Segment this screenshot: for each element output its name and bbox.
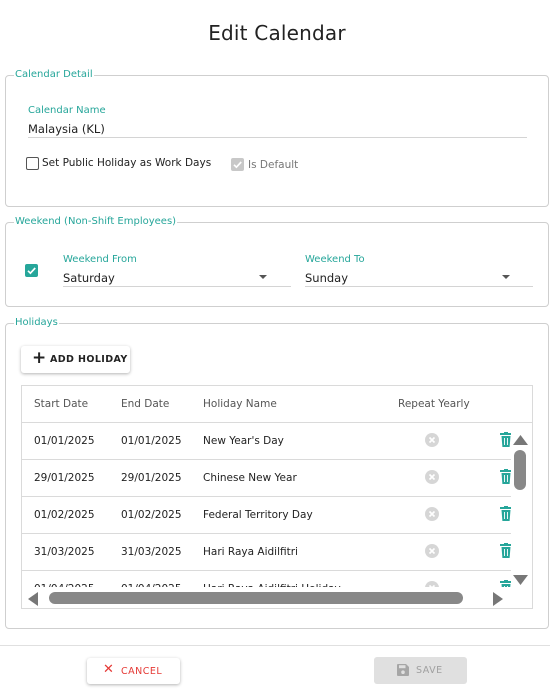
scroll-left-arrow-icon[interactable] xyxy=(28,591,38,608)
save-button[interactable]: SAVE xyxy=(374,657,467,684)
weekend-from-label: Weekend From xyxy=(63,254,137,265)
footer-divider xyxy=(0,645,550,646)
weekend-from-select[interactable]: Saturday xyxy=(63,271,115,285)
column-header-start-date[interactable]: Start Date xyxy=(34,398,88,410)
calendar-name-input[interactable]: Malaysia (KL) xyxy=(28,122,105,136)
cancel-label: CANCEL xyxy=(121,666,163,677)
save-label: SAVE xyxy=(416,665,443,676)
cell-holiday-name: Hari Raya Aidilfitri xyxy=(203,546,298,558)
holidays-table: Start Date End Date Holiday Name Repeat … xyxy=(21,385,533,609)
public-holiday-label: Set Public Holiday as Work Days xyxy=(42,157,212,169)
column-header-repeat-yearly[interactable]: Repeat Yearly xyxy=(398,398,470,410)
cell-end-date: 31/03/2025 xyxy=(121,546,182,558)
weekend-to-underline xyxy=(305,286,533,287)
weekend-from-underline xyxy=(63,286,291,287)
chevron-down-icon[interactable] xyxy=(502,275,510,279)
repeat-no-icon xyxy=(425,507,439,521)
calendar-detail-legend: Calendar Detail xyxy=(15,69,93,80)
cell-holiday-name: Federal Territory Day xyxy=(203,509,313,521)
cell-end-date: 01/02/2025 xyxy=(121,509,182,521)
plus-icon: + xyxy=(32,348,47,368)
repeat-no-icon xyxy=(425,470,439,484)
calendar-name-label: Calendar Name xyxy=(28,105,106,116)
dialog-title: Edit Calendar xyxy=(208,21,346,45)
cancel-button[interactable]: ✕ CANCEL xyxy=(87,658,180,684)
weekend-legend: Weekend (Non-Shift Employees) xyxy=(15,216,177,227)
vertical-scroll-thumb[interactable] xyxy=(514,450,526,490)
table-row[interactable]: 01/01/2025 01/01/2025 New Year's Day xyxy=(22,423,512,460)
public-holiday-checkbox[interactable] xyxy=(26,157,39,170)
add-holiday-button[interactable]: + ADD HOLIDAY xyxy=(21,346,130,373)
close-icon: ✕ xyxy=(103,662,115,677)
chevron-down-icon[interactable] xyxy=(259,275,267,279)
column-header-end-date[interactable]: End Date xyxy=(121,398,169,410)
weekend-to-label: Weekend To xyxy=(305,254,365,265)
scroll-down-arrow-icon[interactable] xyxy=(513,570,528,589)
weekend-to-select[interactable]: Sunday xyxy=(305,271,348,285)
cell-end-date: 01/01/2025 xyxy=(121,435,182,447)
cell-start-date: 01/02/2025 xyxy=(34,509,95,521)
is-default-label: Is Default xyxy=(248,159,299,171)
cell-end-date: 29/01/2025 xyxy=(121,472,182,484)
horizontal-scroll-thumb[interactable] xyxy=(49,592,463,604)
cell-start-date: 31/03/2025 xyxy=(34,546,95,558)
table-row[interactable]: 31/03/2025 31/03/2025 Hari Raya Aidilfit… xyxy=(22,534,512,571)
cell-holiday-name: New Year's Day xyxy=(203,435,284,447)
repeat-no-icon xyxy=(425,433,439,447)
table-row[interactable]: 29/01/2025 29/01/2025 Chinese New Year xyxy=(22,460,512,497)
calendar-detail-section: Calendar Detail xyxy=(5,70,549,207)
table-header: Start Date End Date Holiday Name Repeat … xyxy=(22,386,532,423)
add-holiday-label: ADD HOLIDAY xyxy=(50,354,128,365)
scroll-up-arrow-icon[interactable] xyxy=(513,430,528,449)
scroll-right-arrow-icon[interactable] xyxy=(493,591,503,608)
table-row[interactable]: 01/02/2025 01/02/2025 Federal Territory … xyxy=(22,497,512,534)
holidays-legend: Holidays xyxy=(15,317,58,328)
is-default-checkbox[interactable] xyxy=(231,158,244,171)
cell-holiday-name: Chinese New Year xyxy=(203,472,297,484)
cell-start-date: 29/01/2025 xyxy=(34,472,95,484)
weekend-enabled-checkbox[interactable] xyxy=(25,264,38,277)
cell-start-date: 01/01/2025 xyxy=(34,435,95,447)
column-header-holiday-name[interactable]: Holiday Name xyxy=(203,398,277,410)
save-icon xyxy=(397,664,409,679)
calendar-name-underline xyxy=(28,137,527,138)
repeat-no-icon xyxy=(425,544,439,558)
